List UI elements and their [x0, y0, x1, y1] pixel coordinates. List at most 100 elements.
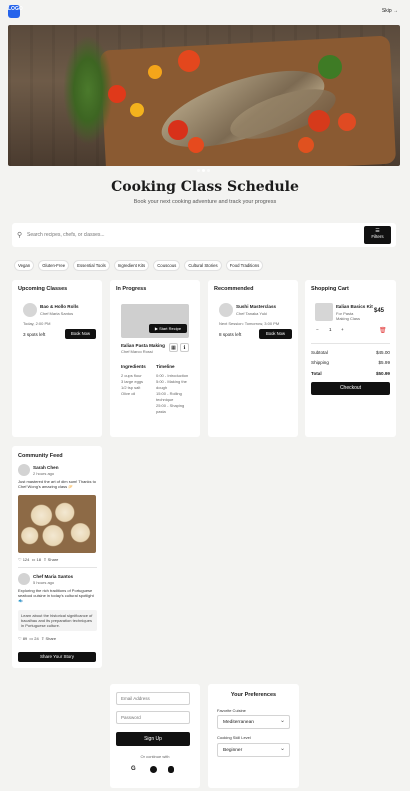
class-thumbnail: [219, 303, 233, 317]
chip-ingredient-kits[interactable]: Ingredient Kits: [113, 260, 150, 271]
carousel-dot[interactable]: [202, 169, 205, 172]
password-field[interactable]: [116, 711, 190, 724]
avatar: [18, 573, 30, 585]
in-progress-card: In Progress ▶ Start Recipe Italian Pasta…: [110, 280, 200, 437]
chip-couscous[interactable]: Couscous: [153, 260, 181, 271]
class-time: Today, 2:00 PM: [23, 321, 51, 326]
carousel-dot[interactable]: [197, 169, 200, 172]
class-chef: Chef Maria Santos: [40, 311, 74, 316]
spots-left: 3 spots left: [23, 332, 46, 337]
subtotal-label: Subtotal: [311, 350, 328, 355]
start-recipe-label: Start Recipe: [159, 326, 182, 331]
community-feed-card: Community Feed Sarah Chen 2 hours ago Ju…: [12, 446, 102, 668]
timeline-item: 25:00 - Shaping pasta: [156, 403, 185, 414]
post-time: 2 hours ago: [33, 471, 55, 476]
upcoming-classes-card: Upcoming Classes Bao & Hollo Rolls Chef …: [12, 280, 102, 437]
total-label: Total: [311, 371, 322, 376]
post-text: Exploring the rich traditions of Portugu…: [18, 588, 94, 603]
chip-cultural-stories[interactable]: Cultural Stories: [184, 260, 222, 271]
carousel-dot[interactable]: [207, 169, 210, 172]
cuisine-label: Favorite Cuisine: [217, 708, 246, 713]
class-chef: Chef Tanaka Yuki: [236, 311, 267, 316]
timeline-item: 5:00 - Making the dough: [156, 379, 187, 390]
total-value: $50.99: [375, 371, 390, 376]
post-author: Chef Maria Santos: [33, 574, 74, 579]
timeline-item: 15:00 - Rolling technique: [156, 391, 182, 402]
share-button[interactable]: ⇪ Share: [43, 557, 58, 562]
sign-up-button[interactable]: Sign Up: [116, 732, 190, 746]
search-input[interactable]: [27, 228, 367, 242]
chip-food-traditions[interactable]: Food Traditions: [225, 260, 264, 271]
post-actions: ♡ 89 ▭ 24 ⇪ Share: [18, 636, 56, 641]
grid-icon[interactable]: ▦: [169, 343, 178, 352]
class-thumbnail: [23, 303, 37, 317]
shopping-cart-card: Shopping Cart Italian Basics Kit For Pas…: [305, 280, 396, 437]
qty-decrease-button[interactable]: −: [316, 327, 319, 332]
comment-count: 24: [34, 636, 39, 641]
book-now-button[interactable]: Book Now: [65, 329, 96, 339]
recommended-card: Recommended Sushi Masterclass Chef Tanak…: [208, 280, 298, 437]
comment-button[interactable]: ▭ 24: [29, 636, 38, 641]
search-icon: ⚲: [17, 232, 23, 239]
recipe-video[interactable]: ▶ Start Recipe: [121, 304, 189, 338]
skip-link[interactable]: Skip →: [382, 8, 398, 14]
checkout-button[interactable]: Checkout: [311, 382, 390, 395]
ingredient-item: Olive oil: [121, 391, 136, 396]
chip-vegan[interactable]: Vegan: [14, 260, 35, 271]
divider: [311, 343, 390, 344]
filter-chips: Vegan Gluten-Free Essential Tools Ingred…: [14, 260, 264, 271]
ingredients-list: 2 cups flour 3 large eggs 1/2 tsp salt O…: [121, 373, 154, 397]
timeline-title: Timeline: [156, 364, 175, 369]
class-name: Sushi Masterclass: [236, 304, 277, 309]
share-label: Share: [45, 636, 57, 641]
card-title: Community Feed: [18, 453, 63, 459]
post-actions: ♡ 124 ▭ 18 ⇪ Share: [18, 557, 58, 562]
qty-increase-button[interactable]: +: [341, 327, 344, 332]
trash-icon[interactable]: 🗑: [379, 327, 387, 334]
share-your-story-button[interactable]: Share Your Story: [18, 652, 96, 662]
product-desc: For Pasta Making Class: [336, 311, 361, 321]
card-title: Recommended: [214, 286, 254, 292]
share-button[interactable]: ⇪ Share: [41, 636, 56, 641]
google-icon[interactable]: G: [131, 766, 136, 772]
recipe-chef: Chef Marco Rossi: [121, 349, 153, 354]
info-icon[interactable]: ℹ: [180, 343, 189, 352]
search-bar: ⚲ ☰ Filters: [12, 223, 396, 247]
like-count: 89: [22, 636, 28, 641]
class-name: Bao & Hollo Rolls: [40, 304, 79, 309]
comment-button[interactable]: ▭ 18: [32, 557, 41, 562]
signup-card: Sign Up Or continue with G: [110, 684, 200, 788]
chip-essential-tools[interactable]: Essential Tools: [73, 260, 110, 271]
card-title: In Progress: [116, 286, 147, 292]
comment-count: 18: [36, 557, 41, 562]
chip-gluten-free[interactable]: Gluten-Free: [38, 260, 70, 271]
or-continue-text: Or continue with: [140, 754, 170, 759]
product-thumbnail: [315, 303, 333, 321]
github-icon[interactable]: [150, 766, 157, 773]
shipping-label: Shipping: [311, 360, 329, 365]
page-subtitle: Book your next cooking adventure and tra…: [133, 199, 277, 205]
post-author: Sarah Chen: [33, 465, 59, 470]
cuisine-select[interactable]: Mediterranean: [217, 715, 290, 729]
qty-value: 1: [329, 327, 332, 332]
book-now-button[interactable]: Book Now: [259, 329, 292, 339]
subtotal-value: $45.00: [375, 350, 390, 355]
hero-image: [8, 25, 400, 166]
start-recipe-button[interactable]: ▶ Start Recipe: [149, 324, 187, 333]
apple-icon[interactable]: [168, 766, 174, 773]
shipping-value: $5.99: [378, 360, 391, 365]
skill-label: Cooking Skill Level: [217, 735, 251, 740]
carousel-dots[interactable]: [197, 159, 212, 177]
preferences-card: Your Preferences Favorite Cuisine Medite…: [208, 684, 299, 788]
email-field[interactable]: [116, 692, 190, 705]
product-price: $45: [374, 308, 385, 314]
like-button[interactable]: ♡ 124: [18, 557, 29, 562]
recipe-title: Italian Pasta Making: [121, 343, 165, 348]
card-title: Shopping Cart: [311, 286, 349, 292]
filters-button[interactable]: ☰ Filters: [364, 226, 391, 244]
timeline-list: 0:00 - Introduction 5:00 - Making the do…: [156, 373, 192, 415]
like-button[interactable]: ♡ 89: [18, 636, 27, 641]
logo: LOGO: [8, 5, 23, 18]
spots-left: 8 spots left: [219, 332, 242, 337]
skill-select[interactable]: Beginner: [217, 743, 290, 757]
